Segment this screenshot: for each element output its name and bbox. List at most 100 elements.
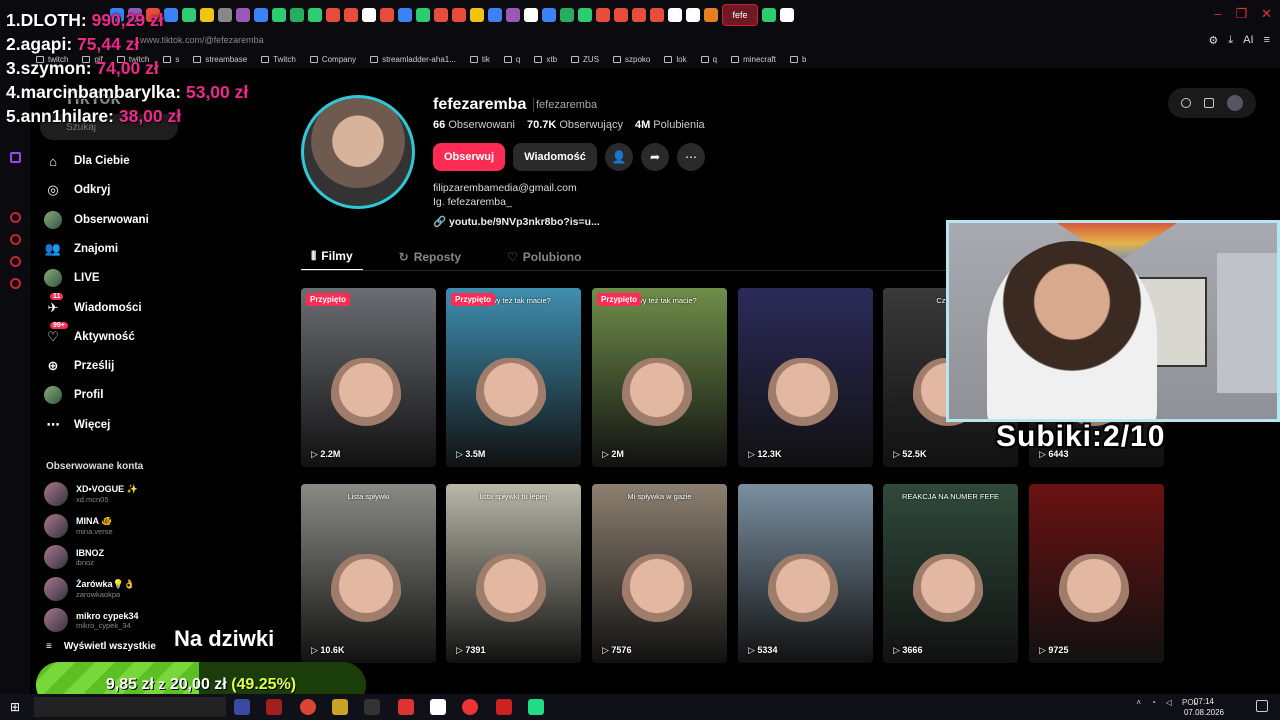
ai-icon[interactable]: AI bbox=[1243, 34, 1253, 46]
browser-tab[interactable] bbox=[650, 8, 664, 22]
followed-account[interactable]: Żarówka💡👌 zarowkaokpa bbox=[44, 576, 135, 601]
twitch-icon[interactable] bbox=[10, 152, 21, 163]
browser-tab[interactable] bbox=[704, 8, 718, 22]
sidebar-item-więcej[interactable]: ⋯ Więcej bbox=[44, 416, 111, 434]
sidebar-item-wiadomości[interactable]: ✈ 11 Wiadomości bbox=[44, 292, 142, 317]
bookmark[interactable]: szpoko bbox=[613, 55, 650, 64]
browser-tab[interactable] bbox=[380, 8, 394, 22]
chrome-icon[interactable] bbox=[300, 699, 316, 715]
record-icon[interactable] bbox=[10, 212, 21, 223]
browser-tab[interactable] bbox=[398, 8, 412, 22]
browser-tab[interactable] bbox=[254, 8, 268, 22]
message-button[interactable]: Wiadomość bbox=[513, 143, 597, 171]
chevron-up-icon[interactable]: ˄ bbox=[1136, 698, 1141, 707]
see-all-link[interactable]: ≡ Wyświetl wszystkie bbox=[46, 641, 156, 652]
followed-account[interactable]: mikro cypek34 mikro_cypek_34 bbox=[44, 608, 139, 632]
opera-icon[interactable] bbox=[398, 699, 414, 715]
sidebar-item-obserwowani[interactable]: Obserwowani bbox=[44, 210, 149, 229]
maximize-icon[interactable]: ❐ bbox=[1235, 6, 1247, 22]
browser-tab[interactable] bbox=[290, 8, 304, 22]
close-icon[interactable]: ✕ bbox=[1261, 6, 1272, 22]
minimize-icon[interactable]: – bbox=[1214, 6, 1221, 22]
sidebar-item-odkryj[interactable]: ◎ Odkryj bbox=[44, 181, 110, 199]
video-thumbnail[interactable]: Lista spływki ▷ 10.6K bbox=[301, 484, 436, 663]
clock-icon[interactable] bbox=[10, 234, 21, 245]
folder-icon[interactable] bbox=[332, 699, 348, 715]
browser-tab[interactable] bbox=[308, 8, 322, 22]
notification-icon[interactable] bbox=[1256, 700, 1268, 712]
menu-icon[interactable]: ≡ bbox=[1264, 34, 1270, 46]
bookmark[interactable]: lok bbox=[664, 55, 687, 64]
sidebar-item-profil[interactable]: Profil bbox=[44, 386, 103, 405]
bookmark[interactable]: streamladder-aha1... bbox=[370, 55, 456, 64]
browser-tab[interactable] bbox=[344, 8, 358, 22]
browser-tab[interactable] bbox=[560, 8, 574, 22]
bookmark[interactable]: q bbox=[503, 55, 520, 64]
app-icon[interactable] bbox=[364, 699, 380, 715]
browser-tab[interactable] bbox=[362, 8, 376, 22]
add-friend-icon[interactable]: 👤 bbox=[605, 143, 633, 171]
browser-tab[interactable] bbox=[578, 8, 592, 22]
browser-tab[interactable] bbox=[668, 8, 682, 22]
browser-tab[interactable] bbox=[488, 8, 502, 22]
video-thumbnail[interactable]: REAKCJA NA NUMER FEFE ▷ 3666 bbox=[883, 484, 1018, 663]
windows-start-icon[interactable]: ⊞ bbox=[0, 700, 30, 714]
sidebar-item-live[interactable]: LIVE bbox=[44, 269, 100, 288]
more-options-icon[interactable]: ⋯ bbox=[677, 143, 705, 171]
bookmark[interactable]: minecraft bbox=[731, 55, 776, 64]
browser-tab[interactable] bbox=[452, 8, 466, 22]
app-icon[interactable] bbox=[496, 699, 512, 715]
download-icon[interactable]: ⤓ bbox=[1228, 34, 1233, 47]
browser-tab[interactable] bbox=[524, 8, 538, 22]
volume-icon[interactable]: ◁ bbox=[1166, 698, 1172, 707]
cube-icon[interactable] bbox=[10, 256, 21, 267]
app-icon[interactable] bbox=[528, 699, 544, 715]
browser-tab[interactable] bbox=[614, 8, 628, 22]
stat-following[interactable]: 66 Obserwowani bbox=[433, 119, 515, 131]
bookmark[interactable]: xtb bbox=[534, 55, 557, 64]
browser-tab[interactable] bbox=[272, 8, 286, 22]
bookmark[interactable]: Twitch bbox=[261, 55, 296, 64]
browser-tab[interactable] bbox=[686, 8, 700, 22]
bio-link[interactable]: 🔗 youtu.be/9NVp3nkr8bo?is=u... bbox=[433, 215, 600, 228]
clock[interactable]: 07:14 07.08.2026 bbox=[1184, 696, 1224, 718]
browser-tab[interactable] bbox=[434, 8, 448, 22]
video-thumbnail[interactable]: ▷ 9725 bbox=[1029, 484, 1164, 663]
followed-account[interactable]: MINA 🐠 mina.verse bbox=[44, 513, 113, 538]
bookmark[interactable]: q bbox=[700, 55, 717, 64]
browser-tab[interactable] bbox=[326, 8, 340, 22]
video-thumbnail[interactable]: Przypięto ▷ 2.2M bbox=[301, 288, 436, 467]
extension-icon[interactable]: ⚙ bbox=[1208, 34, 1218, 47]
app-icon[interactable] bbox=[234, 699, 250, 715]
browser-tab-active[interactable]: fefe bbox=[722, 4, 758, 26]
followed-account[interactable]: IBNOZ ibnoz bbox=[44, 545, 104, 569]
followed-account[interactable]: XD•VOGUE ✨ xd.mcn05 bbox=[44, 482, 138, 506]
bookmark[interactable]: b bbox=[789, 55, 806, 64]
video-thumbnail[interactable]: ▷ 5334 bbox=[738, 484, 873, 663]
coins-icon[interactable] bbox=[1180, 98, 1191, 108]
app-icon[interactable] bbox=[430, 699, 446, 715]
bookmark[interactable]: ZUS bbox=[571, 55, 599, 64]
tab-polubiono[interactable]: ♡ Polubiono bbox=[497, 243, 591, 271]
video-thumbnail[interactable]: ▷ 12.3K bbox=[738, 288, 873, 467]
browser-tab[interactable] bbox=[632, 8, 646, 22]
tab-reposty[interactable]: ↻ Reposty bbox=[389, 243, 471, 271]
browser-tab[interactable] bbox=[780, 8, 794, 22]
share-icon[interactable]: ➦ bbox=[641, 143, 669, 171]
video-thumbnail[interactable]: Czy wy też tak macie? Przypięto ▷ 3.5M bbox=[446, 288, 581, 467]
browser-tab[interactable] bbox=[762, 8, 776, 22]
app-icon[interactable] bbox=[266, 699, 282, 715]
browser-tab[interactable] bbox=[470, 8, 484, 22]
video-thumbnail[interactable]: Mi spływka w gazie ▷ 7576 bbox=[592, 484, 727, 663]
wifi-icon[interactable]: ◔ bbox=[1151, 698, 1156, 707]
phone-icon[interactable] bbox=[1203, 98, 1214, 108]
sidebar-item-dla-ciebie[interactable]: ⌂ Dla Ciebie bbox=[44, 152, 130, 170]
sidebar-item-aktywność[interactable]: ♡ 99+ Aktywność bbox=[44, 321, 135, 346]
taskbar-search[interactable] bbox=[34, 697, 226, 717]
browser-tab[interactable] bbox=[596, 8, 610, 22]
stat-followers[interactable]: 70.7K Obserwujący bbox=[527, 119, 623, 131]
settings-icon[interactable] bbox=[10, 278, 21, 289]
video-thumbnail[interactable]: Czy wy też tak macie? Przypięto ▷ 2M bbox=[592, 288, 727, 467]
browser-tab[interactable] bbox=[506, 8, 520, 22]
app-icon[interactable] bbox=[462, 699, 478, 715]
